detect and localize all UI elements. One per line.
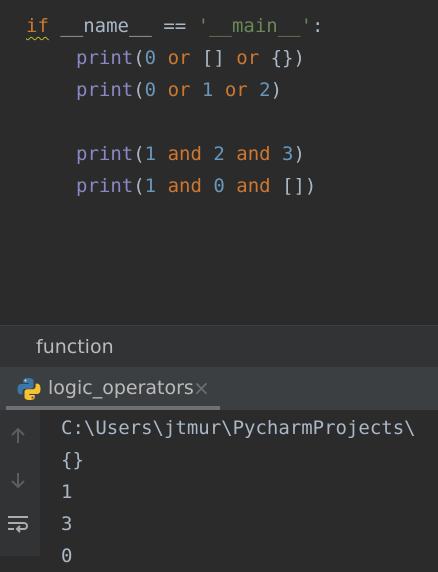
keyword-and: and xyxy=(167,175,202,197)
console-toolbar xyxy=(0,410,40,556)
breadcrumb-function[interactable]: function xyxy=(36,326,114,368)
print-call: print xyxy=(76,175,134,197)
console-line: {} xyxy=(61,449,84,471)
keyword-and: and xyxy=(236,175,271,197)
operand-a: 0 xyxy=(144,79,157,101)
code-line-print-2: print(0 or 1 or 2) xyxy=(76,79,283,101)
colon: : xyxy=(312,15,324,37)
down-arrow-icon[interactable] xyxy=(4,466,32,494)
dunder-name: __name__ xyxy=(60,15,152,37)
print-call: print xyxy=(76,79,134,101)
tab-label: logic_operators xyxy=(48,377,194,399)
breadcrumb[interactable]: function xyxy=(0,325,438,368)
tab-logic-operators[interactable]: logic_operators × xyxy=(4,367,220,410)
keyword-or: or xyxy=(224,79,248,101)
run-tool-window-tabs: logic_operators × xyxy=(0,367,438,410)
keyword-or: or xyxy=(236,47,260,69)
operand-c: 2 xyxy=(259,79,271,101)
equals-operator: == xyxy=(163,15,187,37)
console-line: 3 xyxy=(61,513,73,535)
operand-a: 1 xyxy=(144,143,157,165)
operand-c: 3 xyxy=(282,143,294,165)
keyword-or: or xyxy=(167,79,191,101)
soft-wrap-icon[interactable] xyxy=(4,510,32,538)
up-arrow-icon[interactable] xyxy=(4,422,32,450)
operand-a: 1 xyxy=(144,175,157,197)
operand-c: {} xyxy=(270,47,294,69)
operand-b: 1 xyxy=(201,79,214,101)
console-line: 0 xyxy=(61,545,73,567)
code-editor[interactable]: if __name__ == '__main__': print(0 or []… xyxy=(0,0,438,325)
operand-b: 2 xyxy=(213,143,225,165)
console-line: 1 xyxy=(61,481,73,503)
run-console[interactable]: C:\Users\jtmur\PycharmProjects\ {} 1 3 0 xyxy=(0,410,438,567)
keyword-or: or xyxy=(167,47,191,69)
operand-b: [] xyxy=(201,47,225,69)
print-call: print xyxy=(76,47,134,69)
operand-b: 0 xyxy=(213,175,225,197)
main-string: '__main__' xyxy=(197,15,313,37)
code-line-print-4: print(1 and 0 and []) xyxy=(76,175,317,197)
keyword-and: and xyxy=(167,143,202,165)
console-line: C:\Users\jtmur\PycharmProjects\ xyxy=(61,417,416,439)
code-line-if-main: if __name__ == '__main__': xyxy=(26,10,324,42)
close-icon[interactable]: × xyxy=(193,367,210,410)
operand-a: 0 xyxy=(144,47,157,69)
code-line-print-3: print(1 and 2 and 3) xyxy=(76,143,305,165)
print-call: print xyxy=(76,143,134,165)
python-icon xyxy=(17,378,41,400)
code-line-print-1: print(0 or [] or {}) xyxy=(76,47,305,69)
keyword-and: and xyxy=(236,143,271,165)
operand-c: [] xyxy=(282,175,305,197)
keyword-if: if xyxy=(26,15,49,37)
